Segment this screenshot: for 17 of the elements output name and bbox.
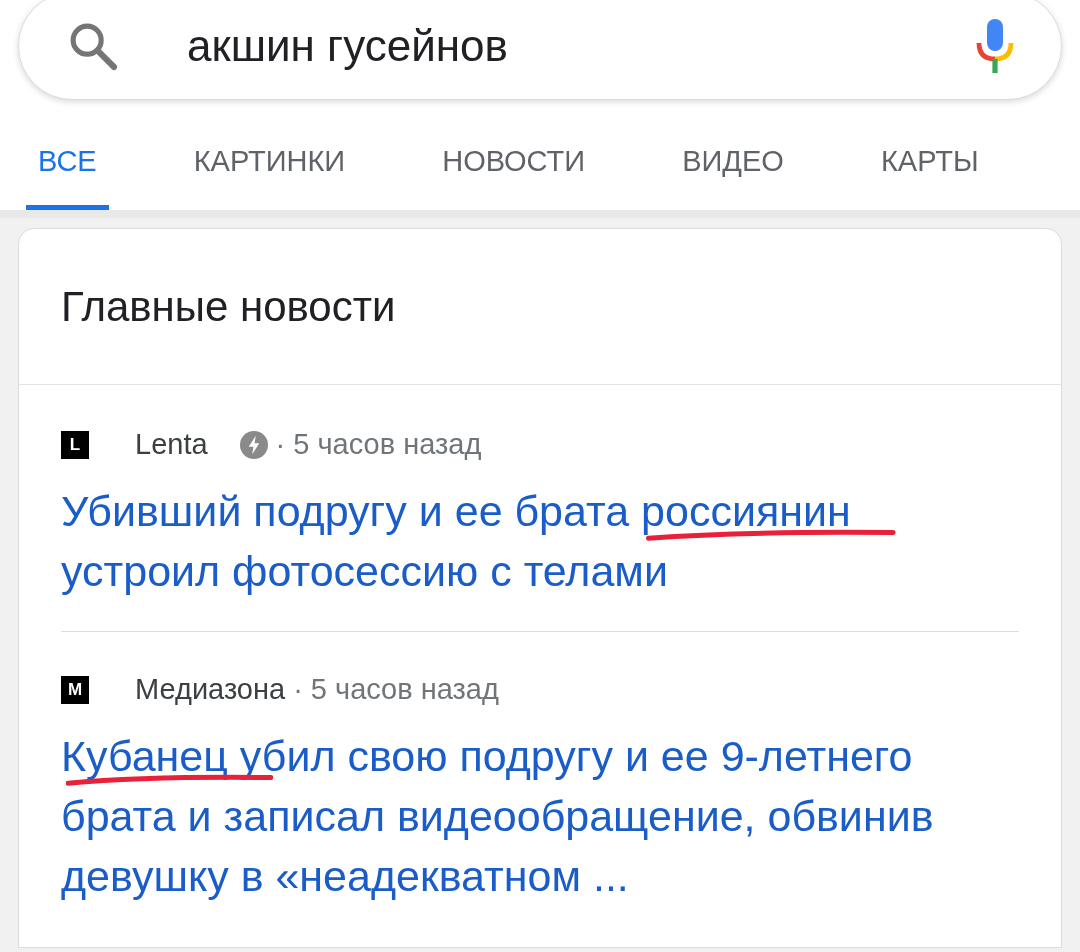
tab[interactable]: ВСЕ	[26, 112, 109, 210]
tab[interactable]: КАРТИНКИ	[181, 112, 358, 210]
source-name: Медиазона	[135, 672, 286, 708]
search-field[interactable]: акшин гусейнов	[18, 0, 1062, 100]
search-query: акшин гусейнов	[187, 20, 509, 72]
timestamp: · 5 часов назад	[275, 427, 482, 463]
tab[interactable]: КАРТЫ	[868, 112, 991, 210]
timestamp: · 5 часов назад	[293, 672, 499, 708]
microphone-icon[interactable]	[975, 17, 1015, 75]
headline-link[interactable]: Кубанец убил свою подругу и ее 9-летнего брата и записал видеообращение, обвинив девушку в «неадекватном ...	[61, 726, 1006, 906]
headline-link[interactable]: Убивший подругу и ее брата россиянин устроил фотосессию с телами	[61, 481, 1006, 601]
tab[interactable]: ВИДЕО	[670, 112, 796, 210]
tab[interactable]: НОВОСТИ	[430, 112, 598, 210]
source-logo: L	[61, 431, 89, 459]
source-logo: M	[61, 676, 89, 704]
source-name: Lenta	[135, 427, 208, 463]
section-title: Главные новости	[61, 282, 396, 332]
